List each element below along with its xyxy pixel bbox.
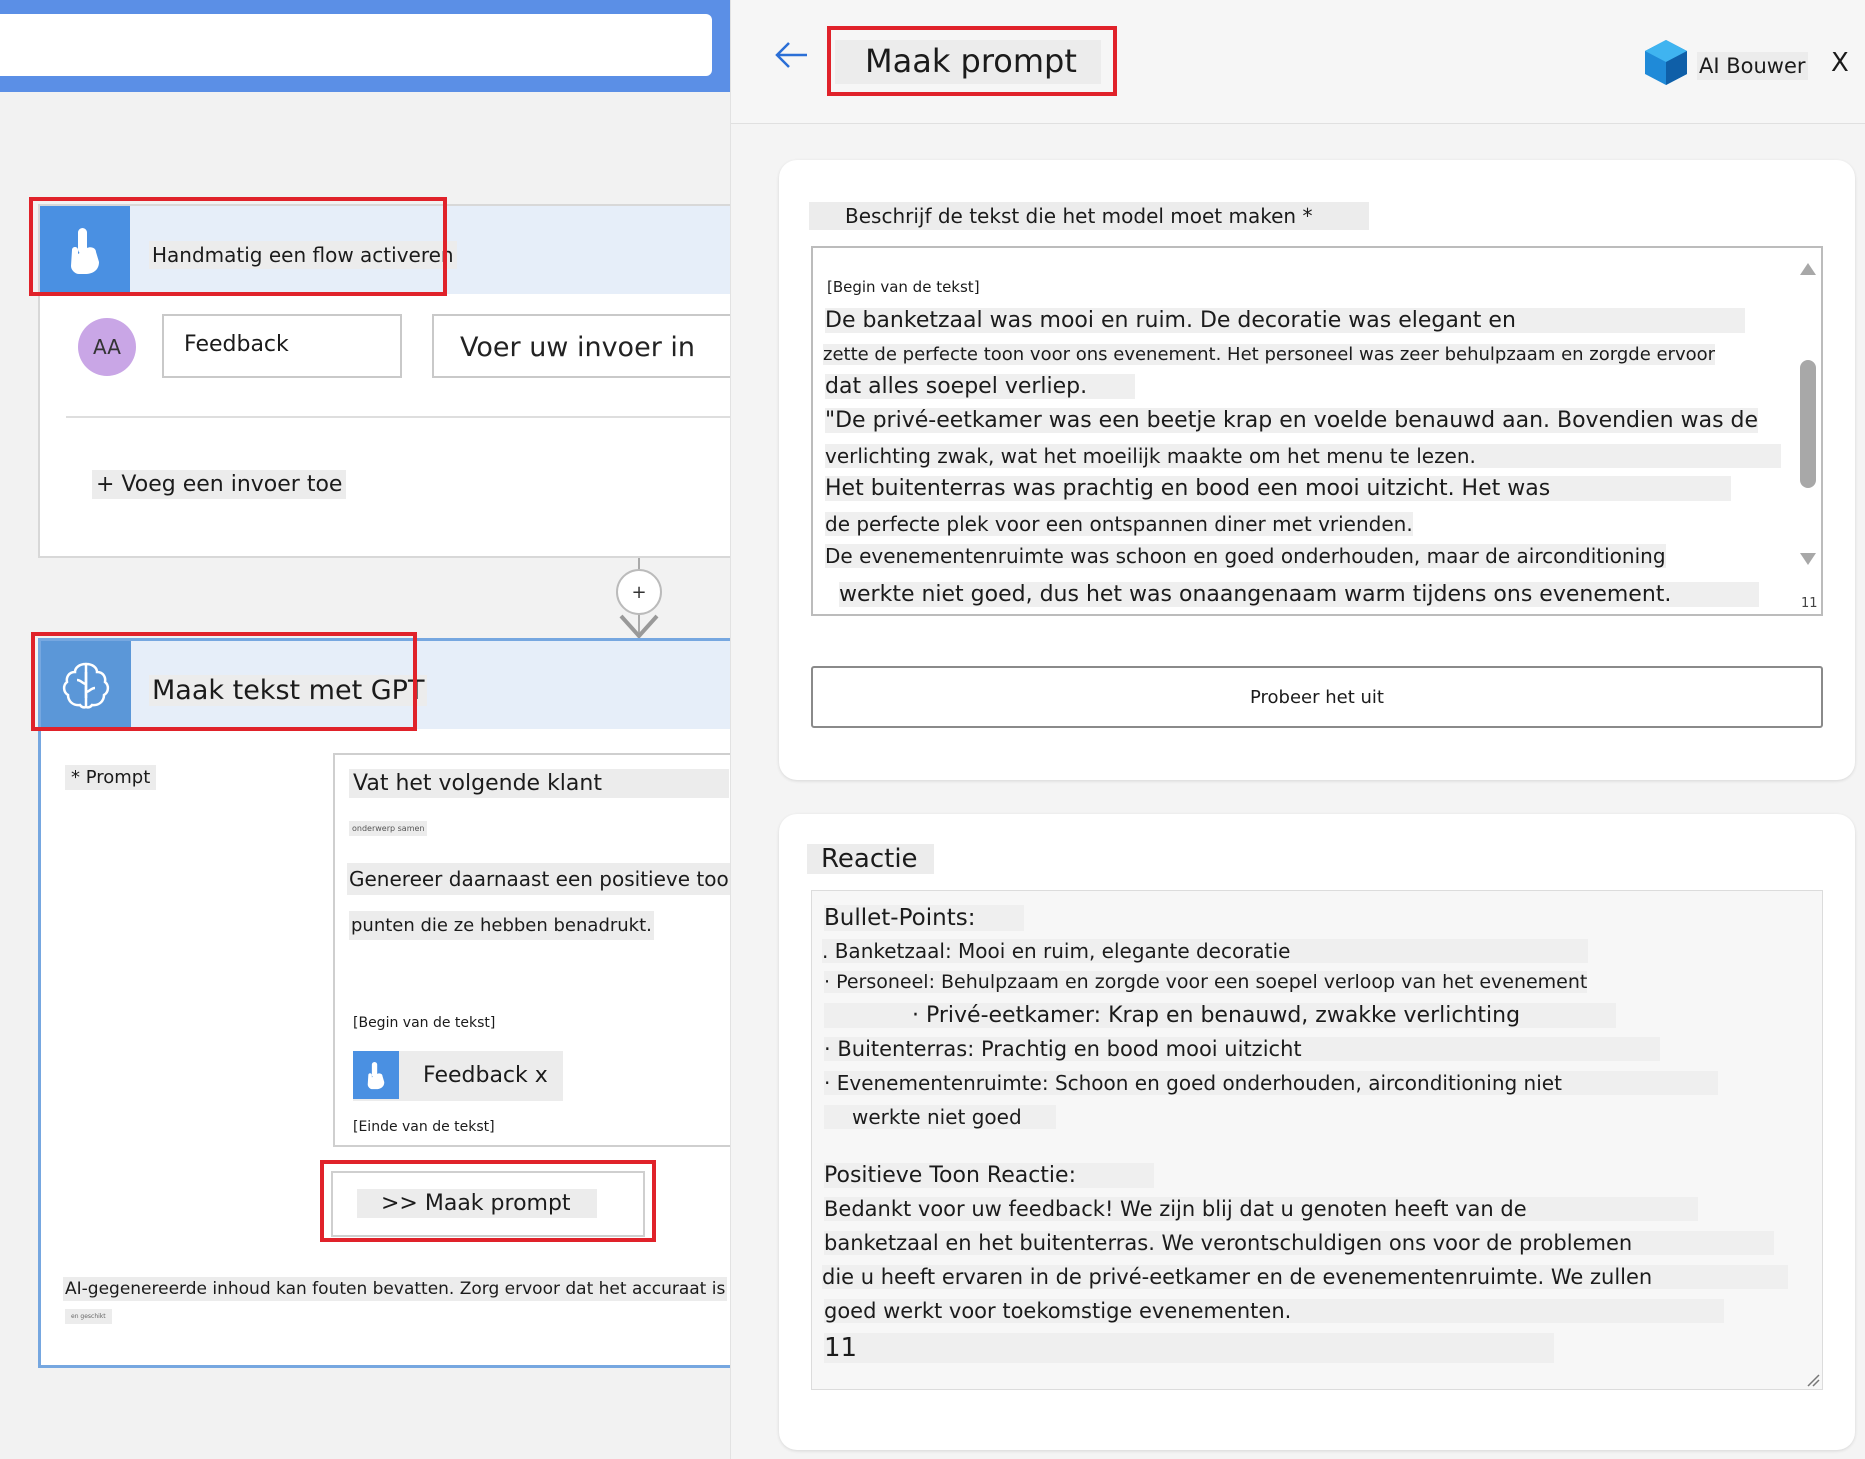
describe-section: Beschrijf de tekst die het model moet ma… [779, 160, 1855, 780]
feedback-token[interactable]: Feedback x [353, 1051, 563, 1101]
panel-title-highlight [827, 26, 1117, 96]
response-line: · Privé-eetkamer: Krap en benauwd, zwakk… [824, 1003, 1616, 1028]
prompt-line: onderwerp samen [349, 821, 428, 836]
divider [66, 416, 730, 418]
back-arrow-icon [775, 42, 807, 68]
disclaimer: AI-gegenereerde inhoud kan fouten bevatt… [63, 1277, 728, 1301]
text-line: Het buitenterras was prachtig en bood ee… [825, 476, 1731, 501]
panel-header: Maak prompt AI Bouwer X [731, 0, 1865, 124]
response-line: banketzaal en het buitenterras. We veron… [824, 1231, 1774, 1255]
ai-builder-logo-icon [1645, 40, 1687, 85]
response-line: · Personeel: Behulpzaam en zorgde voor e… [824, 971, 1588, 993]
text-line: [Begin van de tekst] [827, 278, 980, 296]
add-step-button[interactable]: + [616, 569, 662, 615]
plus-icon: + [631, 581, 647, 603]
input-value-field[interactable]: Voer uw invoer in [432, 314, 730, 378]
text-line: zette de perfecte toon voor ons evenemen… [823, 344, 1716, 365]
back-button[interactable] [773, 36, 811, 74]
trigger-highlight [29, 197, 447, 296]
text-input-area[interactable]: [Begin van de tekst] De banketzaal was m… [811, 246, 1823, 616]
add-input-button[interactable]: + Voeg een invoer toe [92, 470, 347, 499]
text-line: dat alles soepel verliep. [825, 374, 1135, 399]
response-line: die u heeft ervaren in de privé-eetkamer… [822, 1265, 1788, 1289]
text-line: De evenementenruimte was schoon en goed … [825, 544, 1666, 568]
disclaimer-sub: en geschikt [65, 1309, 112, 1324]
text-line: De banketzaal was mooi en ruim. De decor… [825, 308, 1745, 333]
char-count: 11 [1801, 596, 1818, 611]
input-name-field[interactable]: Feedback [162, 314, 402, 378]
token-label: Feedback x [423, 1063, 548, 1088]
ai-builder-panel: Maak prompt AI Bouwer X Beschrijf de tek… [730, 0, 1865, 1459]
avatar: AA [78, 318, 136, 376]
text-line: de perfecte plek voor een ontspannen din… [825, 512, 1413, 536]
response-section: Reactie Bullet-Points: . Banketzaal: Moo… [779, 814, 1855, 1450]
response-line: werkte niet goed [824, 1105, 1056, 1129]
brand-name: AI Bouwer [1697, 52, 1808, 80]
prompt-line: Vat het volgende klant [349, 769, 729, 798]
prompt-label: * Prompt [65, 765, 157, 790]
response-line: goed werkt voor toekomstige evenementen. [824, 1299, 1724, 1323]
scroll-thumb[interactable] [1800, 360, 1816, 488]
scrollbar[interactable] [1795, 248, 1821, 614]
response-line: · Buitenterras: Prachtig en bood mooi ui… [824, 1037, 1660, 1061]
prompt-editor[interactable]: Vat het volgende klant onderwerp samen G… [333, 753, 730, 1147]
response-label: Reactie [807, 844, 934, 874]
hand-pointer-icon [367, 1062, 385, 1090]
text-line: verlichting zwak, wat het moeilijk maakt… [825, 444, 1781, 468]
scroll-down-icon[interactable] [1799, 552, 1817, 566]
text-line: "De privé-eetkamer was een beetje krap e… [825, 408, 1759, 433]
response-line: Bedankt voor uw feedback! We zijn blij d… [824, 1197, 1698, 1221]
gpt-highlight [31, 632, 417, 731]
make-prompt-highlight [320, 1160, 656, 1242]
input-name-value: Feedback [184, 332, 289, 357]
text-line: werkte niet goed, dus het was onaangenaa… [839, 582, 1759, 607]
prompt-line: punten die ze hebben benadrukt. [349, 911, 654, 940]
describe-label: Beschrijf de tekst die het model moet ma… [809, 202, 1369, 230]
close-button[interactable]: X [1831, 48, 1849, 78]
input-value-placeholder: Voer uw invoer in [460, 332, 695, 363]
response-output: Bullet-Points: . Banketzaal: Mooi en rui… [811, 890, 1823, 1390]
try-button-label: Probeer het uit [1250, 686, 1384, 708]
prompt-line: Genereer daarnaast een positieve toon [347, 863, 730, 895]
resize-handle-icon[interactable] [1806, 1373, 1820, 1387]
try-button[interactable]: Probeer het uit [811, 666, 1823, 728]
token-tile [353, 1051, 399, 1099]
response-line: Positieve Toon Reactie: [824, 1163, 1154, 1188]
response-line: · Evenementenruimte: Schoon en goed onde… [824, 1071, 1718, 1095]
response-line: Bullet-Points: [824, 905, 1024, 931]
response-line: 11 [824, 1333, 1554, 1363]
gpt-card: Maak tekst met GPT * Prompt Vat het volg… [38, 638, 730, 1368]
avatar-initials: AA [93, 335, 121, 359]
begin-marker: [Begin van de tekst] [353, 1015, 496, 1031]
top-search-field[interactable] [0, 14, 712, 76]
scroll-up-icon[interactable] [1799, 262, 1817, 276]
flow-canvas: Handmatig een flow activeren AA Feedback… [0, 0, 730, 1459]
arrow-down-icon [619, 614, 659, 639]
end-marker: [Einde van de tekst] [353, 1119, 495, 1135]
response-line: . Banketzaal: Mooi en ruim, elegante dec… [822, 939, 1588, 963]
